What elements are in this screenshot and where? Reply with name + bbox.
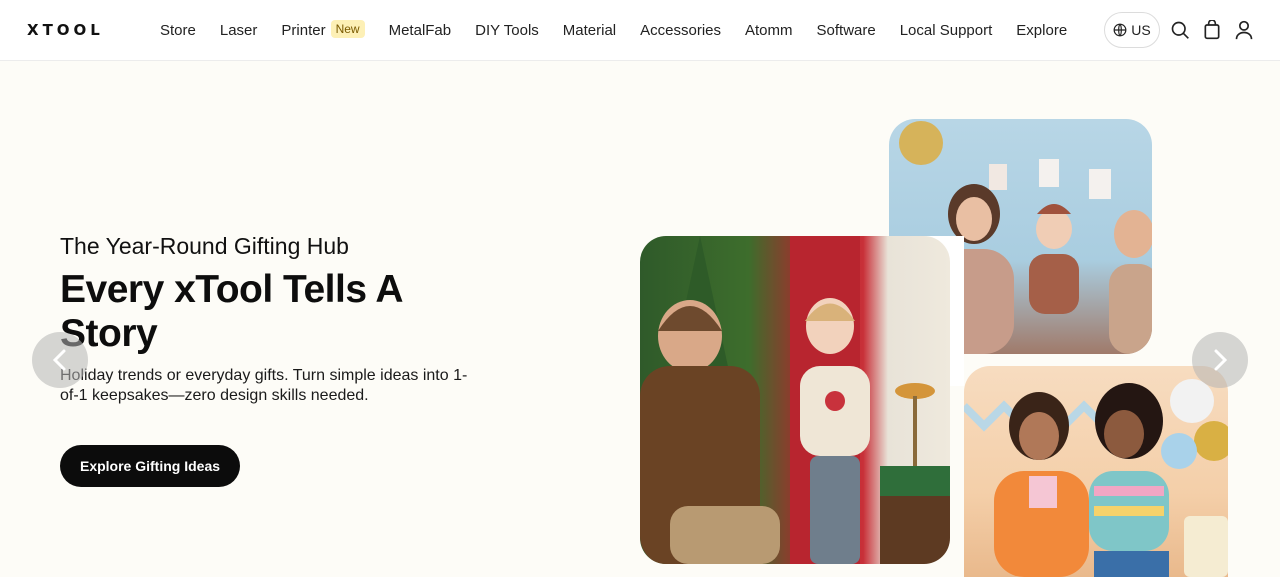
birthday-party-photo xyxy=(964,366,1228,577)
nav-label: Local Support xyxy=(899,22,993,39)
carousel-next-button[interactable] xyxy=(1192,332,1248,388)
nav-label: Software xyxy=(816,22,876,39)
region-label: US xyxy=(1131,22,1151,38)
site-header: XTOOL Store Laser Printer New MetalFab DI… xyxy=(0,0,1280,61)
nav-label: MetalFab xyxy=(388,22,452,39)
nav-item-metalfab[interactable]: MetalFab xyxy=(389,22,452,39)
nav-item-accessories[interactable]: Accessories xyxy=(640,22,721,39)
nav-label: Atomm xyxy=(745,22,793,39)
nav-label: Printer xyxy=(281,22,326,39)
nav-item-atomm[interactable]: Atomm xyxy=(745,22,793,39)
nav-item-printer[interactable]: Printer New xyxy=(281,19,365,40)
hero-eyebrow: The Year-Round Gifting Hub xyxy=(60,233,349,259)
carousel-prev-button[interactable] xyxy=(32,332,88,388)
new-badge: New xyxy=(330,19,365,38)
hero-description: Holiday trends or everyday gifts. Turn s… xyxy=(60,367,468,404)
nav-label: Accessories xyxy=(640,22,721,39)
nav-label: Laser xyxy=(219,22,258,39)
nav-label: Material xyxy=(562,22,617,39)
xtool-logo[interactable]: XTOOL xyxy=(27,22,104,38)
nav-item-diy-tools[interactable]: DIY Tools xyxy=(475,22,539,39)
nav-label: Store xyxy=(160,22,196,39)
nav-item-store[interactable]: Store xyxy=(160,22,196,39)
user-icon[interactable] xyxy=(1232,18,1256,42)
main-nav: Store Laser Printer New MetalFab DIY Tool… xyxy=(160,0,1091,61)
nav-label: DIY Tools xyxy=(475,22,539,39)
hero-headline: Every xTool Tells A Story xyxy=(60,268,402,355)
christmas-gift-photo xyxy=(640,236,950,564)
nav-item-local-support[interactable]: Local Support xyxy=(900,22,993,39)
search-icon[interactable] xyxy=(1168,18,1192,42)
nav-item-laser[interactable]: Laser xyxy=(220,22,258,39)
explore-gifting-button[interactable]: Explore Gifting Ideas xyxy=(60,445,240,487)
nav-label: Explore xyxy=(1016,22,1068,39)
chevron-right-icon xyxy=(1214,349,1228,371)
region-selector-button[interactable]: US xyxy=(1104,12,1160,48)
nav-item-material[interactable]: Material xyxy=(563,22,616,39)
nav-item-explore[interactable]: Explore xyxy=(1016,22,1067,39)
bag-icon[interactable] xyxy=(1200,18,1224,42)
chevron-left-icon xyxy=(52,349,66,371)
nav-item-software[interactable]: Software xyxy=(817,22,876,39)
globe-icon xyxy=(1113,23,1127,37)
